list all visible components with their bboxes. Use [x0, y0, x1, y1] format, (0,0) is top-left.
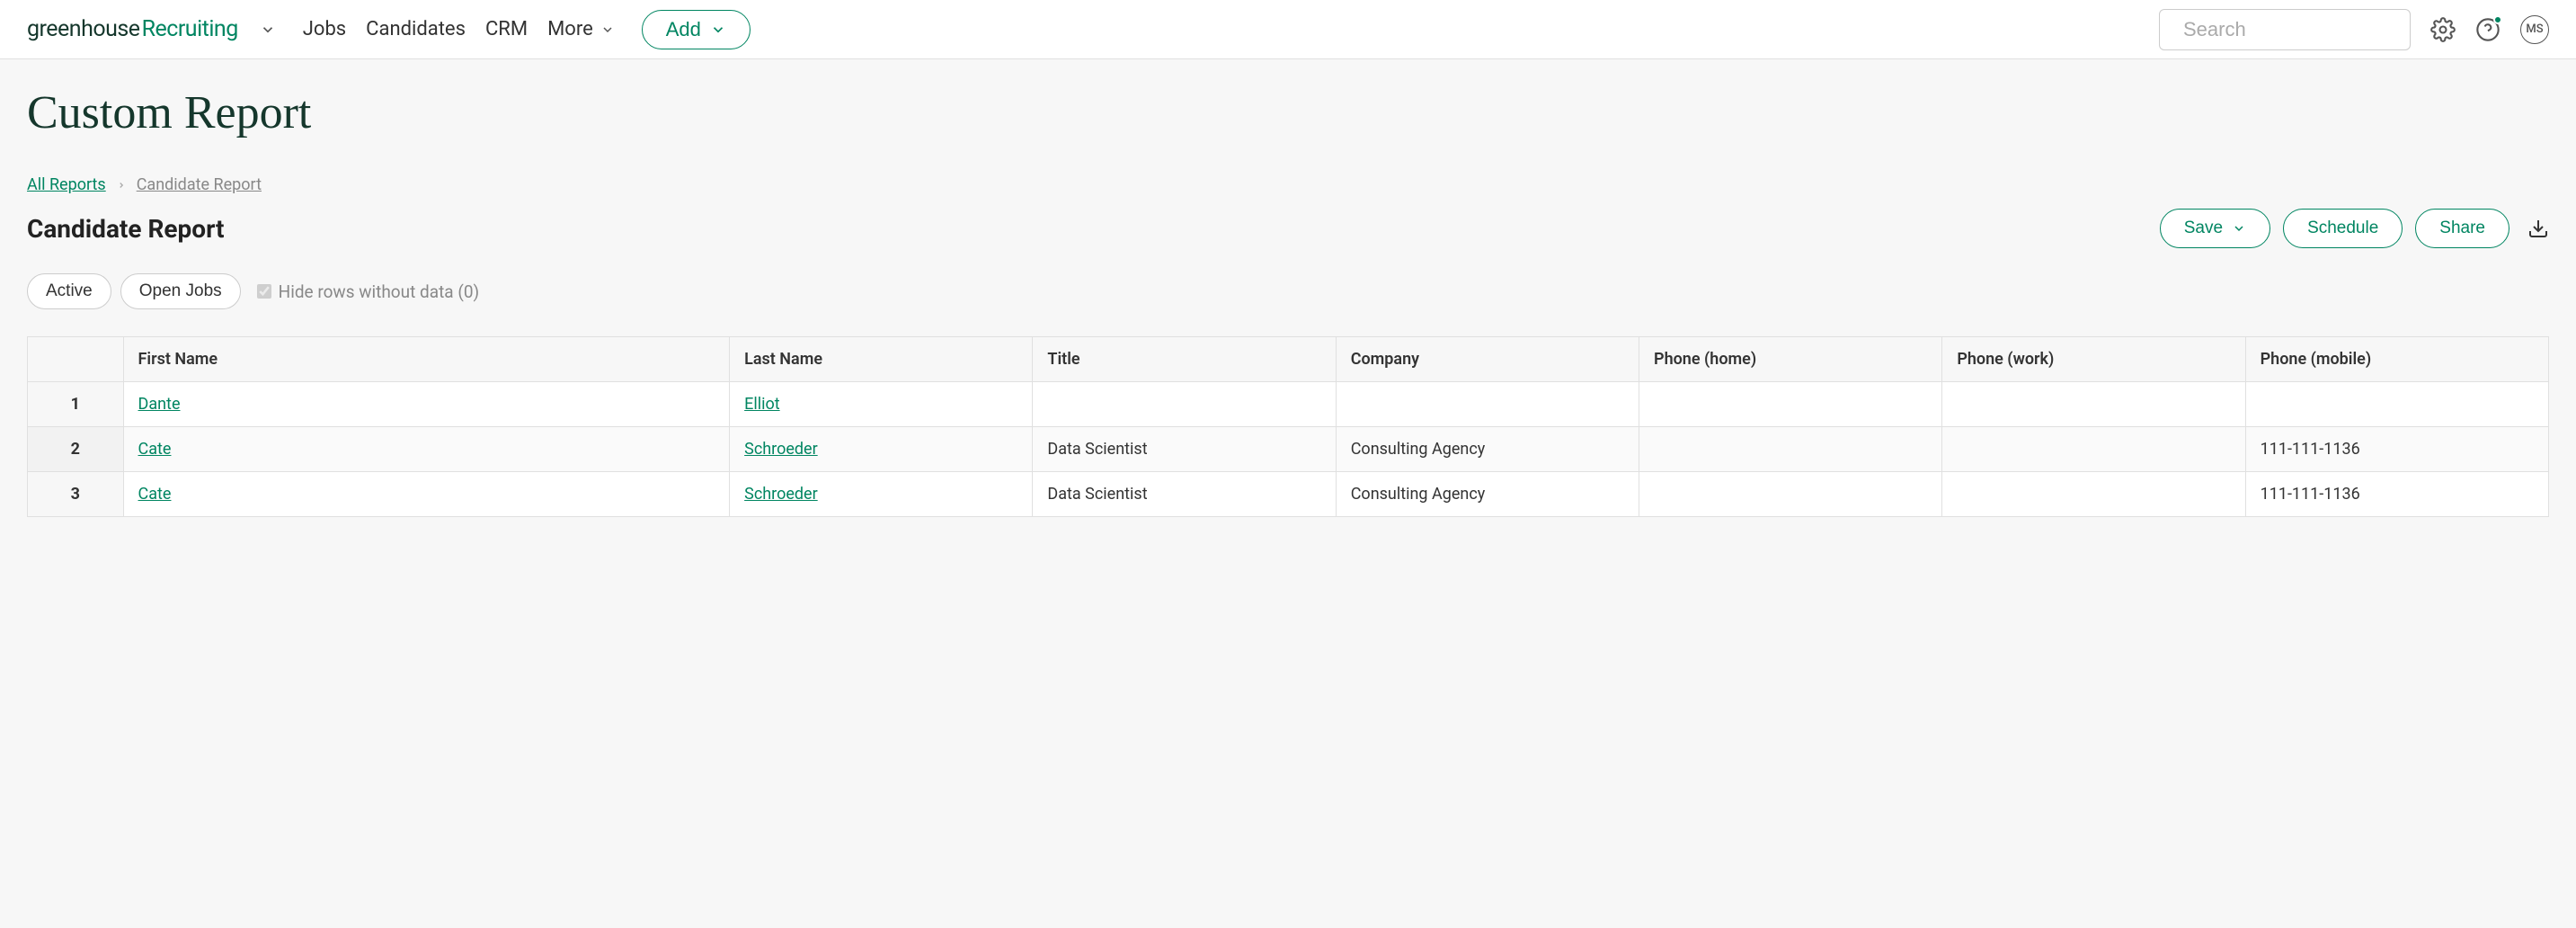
- row-number: 2: [28, 427, 124, 472]
- col-company[interactable]: Company: [1336, 337, 1639, 382]
- chevron-down-icon: [260, 22, 276, 38]
- add-button-label: Add: [666, 18, 701, 41]
- cell-last-name-link[interactable]: Elliot: [744, 395, 780, 414]
- cell-last-name-link[interactable]: Schroeder: [744, 440, 818, 459]
- chevron-down-icon: [710, 22, 726, 38]
- cell-company: [1336, 382, 1639, 427]
- breadcrumb-current: Candidate Report: [137, 175, 262, 194]
- nav-more[interactable]: More: [547, 18, 615, 40]
- schedule-button-label: Schedule: [2307, 219, 2378, 238]
- breadcrumb: All Reports Candidate Report: [27, 175, 2549, 194]
- table-header-row: First Name Last Name Title Company Phone…: [28, 337, 2549, 382]
- add-button[interactable]: Add: [642, 10, 751, 49]
- table-row: 2 Cate Schroeder Data Scientist Consulti…: [28, 427, 2549, 472]
- save-button[interactable]: Save: [2160, 209, 2270, 248]
- cell-phone-mobile: 111-111-1136: [2245, 472, 2548, 517]
- cell-phone-work: [1942, 382, 2245, 427]
- col-phone-work[interactable]: Phone (work): [1942, 337, 2245, 382]
- cell-phone-home: [1639, 382, 1942, 427]
- hide-rows-label: Hide rows without data (0): [279, 281, 480, 302]
- help-button[interactable]: [2475, 17, 2500, 42]
- row-number: 1: [28, 382, 124, 427]
- cell-title: [1033, 382, 1336, 427]
- cell-phone-mobile: 111-111-1136: [2245, 427, 2548, 472]
- gear-icon: [2430, 17, 2456, 42]
- chevron-down-icon: [600, 22, 615, 37]
- col-first-name[interactable]: First Name: [123, 337, 730, 382]
- search-input[interactable]: [2183, 18, 2442, 41]
- logo-part2: Recruiting: [142, 16, 238, 42]
- schedule-button[interactable]: Schedule: [2283, 209, 2403, 248]
- col-last-name[interactable]: Last Name: [730, 337, 1033, 382]
- col-rownum: [28, 337, 124, 382]
- report-header: Candidate Report Save Schedule Share: [27, 209, 2549, 248]
- col-title[interactable]: Title: [1033, 337, 1336, 382]
- cell-phone-work: [1942, 472, 2245, 517]
- cell-first-name-link[interactable]: Cate: [138, 440, 172, 459]
- report-title: Candidate Report: [27, 214, 225, 244]
- product-switcher[interactable]: [260, 22, 276, 38]
- page-title: Custom Report: [27, 86, 2549, 139]
- top-nav: greenhouse Recruiting Jobs Candidates CR…: [0, 0, 2576, 59]
- avatar[interactable]: MS: [2520, 15, 2549, 44]
- report-table: First Name Last Name Title Company Phone…: [27, 336, 2549, 517]
- row-number: 3: [28, 472, 124, 517]
- logo-part1: greenhouse: [27, 16, 140, 42]
- avatar-initials: MS: [2526, 22, 2543, 36]
- cell-last-name-link[interactable]: Schroeder: [744, 485, 818, 504]
- save-button-label: Save: [2184, 219, 2223, 238]
- filters-row: Active Open Jobs Hide rows without data …: [27, 273, 2549, 309]
- page-body: Custom Report All Reports Candidate Repo…: [0, 59, 2576, 928]
- settings-button[interactable]: [2430, 17, 2456, 42]
- filter-open-jobs[interactable]: Open Jobs: [120, 273, 241, 309]
- filter-active[interactable]: Active: [27, 273, 111, 309]
- search-box[interactable]: [2159, 9, 2411, 50]
- report-actions: Save Schedule Share: [2160, 209, 2549, 248]
- cell-phone-home: [1639, 472, 1942, 517]
- cell-title: Data Scientist: [1033, 472, 1336, 517]
- col-phone-home[interactable]: Phone (home): [1639, 337, 1942, 382]
- nav-jobs[interactable]: Jobs: [303, 18, 346, 40]
- hide-rows-toggle[interactable]: Hide rows without data (0): [257, 281, 480, 302]
- breadcrumb-root[interactable]: All Reports: [27, 175, 106, 194]
- cell-title: Data Scientist: [1033, 427, 1336, 472]
- share-button[interactable]: Share: [2415, 209, 2509, 248]
- logo[interactable]: greenhouse Recruiting: [27, 16, 238, 42]
- col-phone-mobile[interactable]: Phone (mobile): [2245, 337, 2548, 382]
- chevron-right-icon: [117, 181, 126, 190]
- download-icon[interactable]: [2527, 218, 2549, 239]
- table-row: 1 Dante Elliot: [28, 382, 2549, 427]
- chevron-down-icon: [2232, 221, 2246, 236]
- nav-more-label: More: [547, 18, 593, 40]
- nav-links: Jobs Candidates CRM More: [303, 18, 615, 40]
- cell-phone-mobile: [2245, 382, 2548, 427]
- table-row: 3 Cate Schroeder Data Scientist Consulti…: [28, 472, 2549, 517]
- cell-phone-home: [1639, 427, 1942, 472]
- nav-candidates[interactable]: Candidates: [366, 18, 466, 40]
- cell-company: Consulting Agency: [1336, 472, 1639, 517]
- notification-dot-icon: [2493, 15, 2502, 24]
- nav-crm[interactable]: CRM: [485, 18, 528, 40]
- cell-company: Consulting Agency: [1336, 427, 1639, 472]
- cell-first-name-link[interactable]: Cate: [138, 485, 172, 504]
- hide-rows-checkbox[interactable]: [257, 284, 271, 299]
- cell-first-name-link[interactable]: Dante: [138, 395, 181, 414]
- table-wrap: First Name Last Name Title Company Phone…: [27, 336, 2549, 517]
- cell-phone-work: [1942, 427, 2245, 472]
- share-button-label: Share: [2439, 219, 2485, 238]
